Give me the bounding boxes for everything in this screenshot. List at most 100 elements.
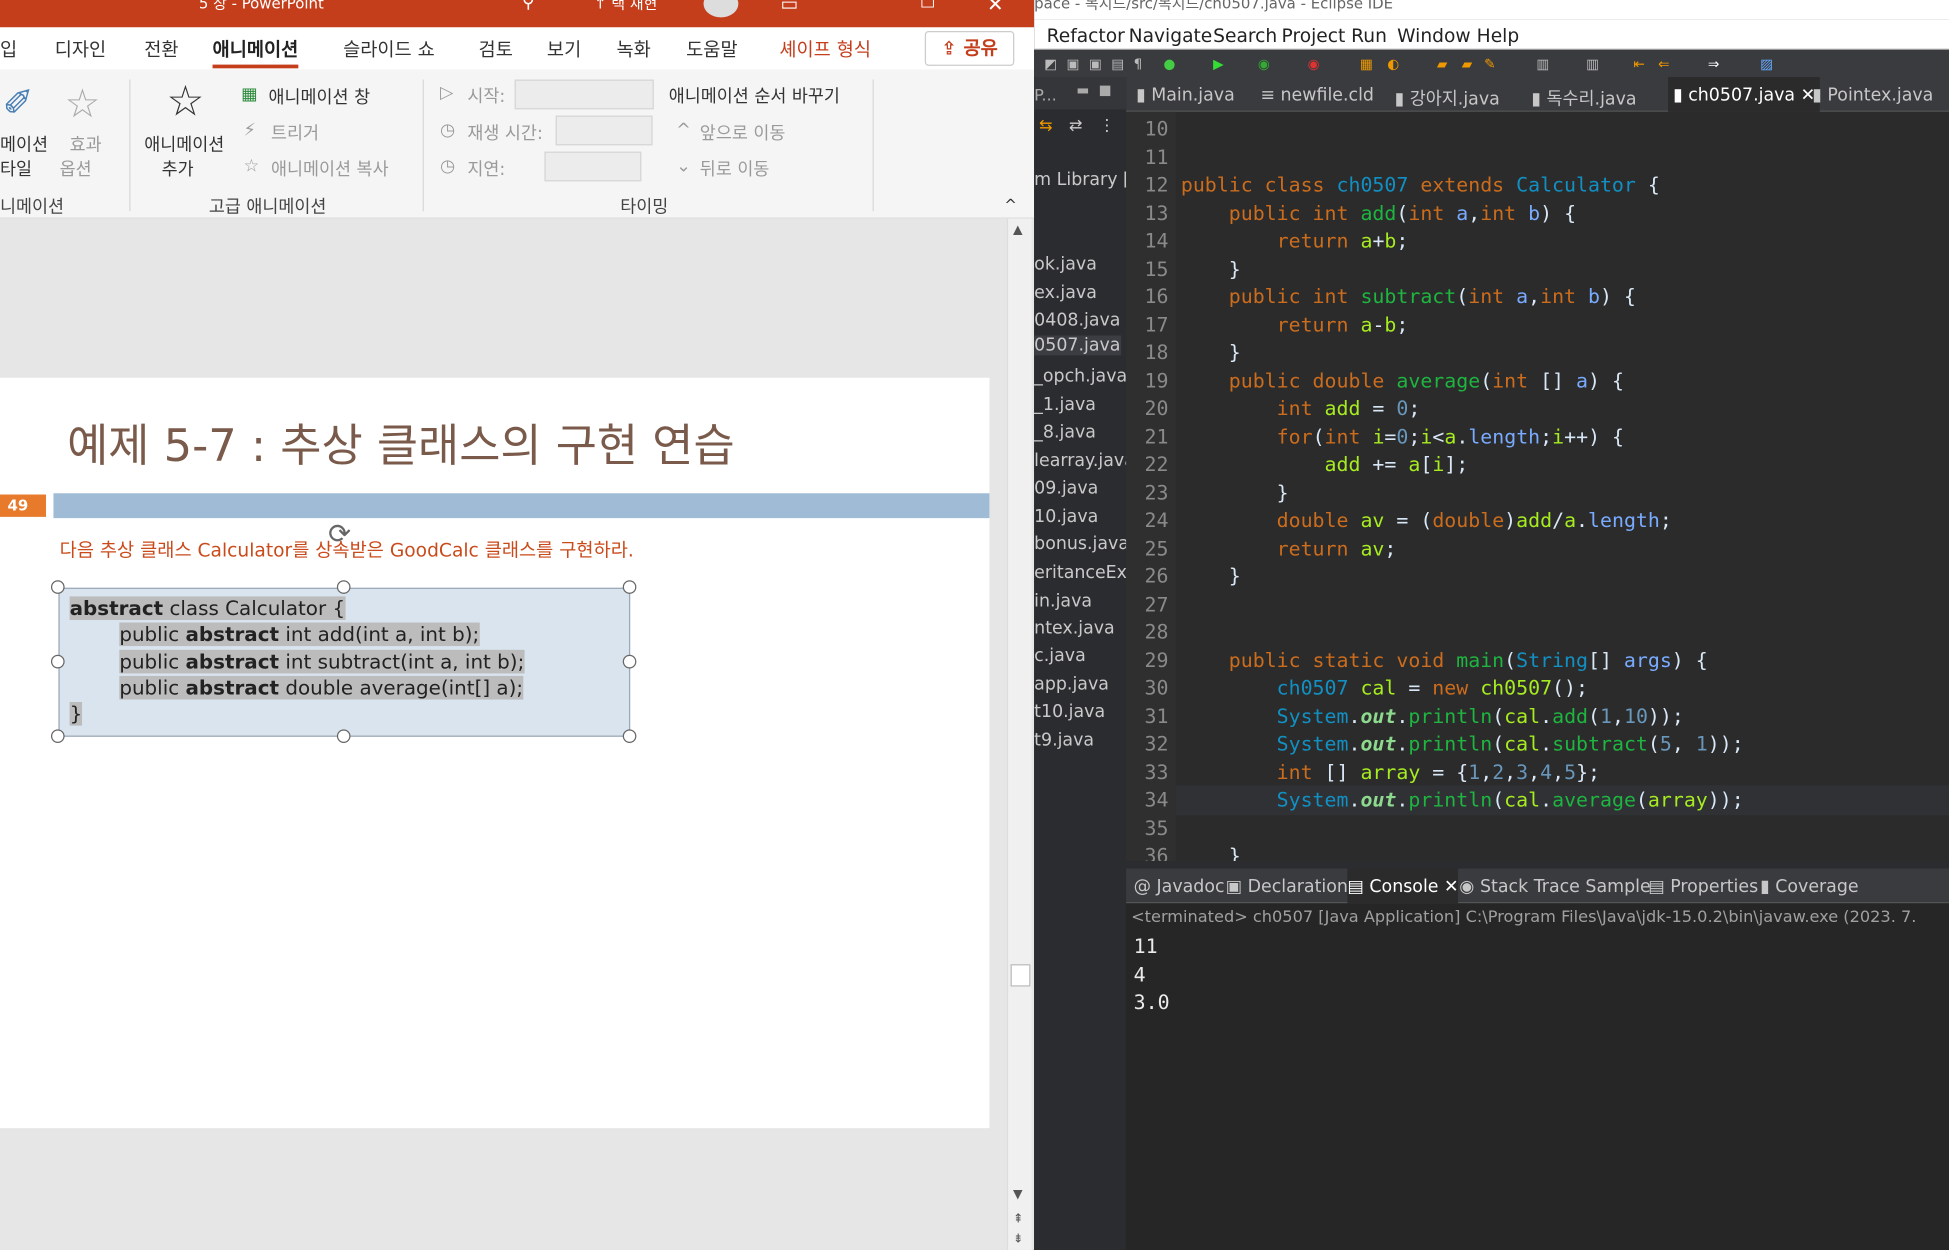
console-panel[interactable]: <terminated> ch0507 [Java Application] C… xyxy=(1126,903,1949,1250)
code-line[interactable]: public static void main(String[] args) { xyxy=(1181,648,1708,672)
tab-slideshow[interactable]: 슬라이드 쇼 xyxy=(343,36,435,62)
resize-handle[interactable] xyxy=(622,580,637,594)
minimize-icon[interactable]: ▬ xyxy=(1076,82,1089,98)
add-animation-label-2[interactable]: 추가 xyxy=(162,157,194,182)
code-line[interactable]: } xyxy=(1181,257,1241,281)
list-item[interactable]: t9.java xyxy=(1034,731,1094,751)
annotation-icon[interactable]: ▥ xyxy=(1536,56,1549,72)
code-line[interactable]: } xyxy=(1181,844,1241,861)
resize-handle[interactable] xyxy=(50,580,65,594)
code-line[interactable]: } xyxy=(1181,480,1289,504)
tab-javadoc[interactable]: @ Javadoc xyxy=(1134,877,1225,897)
open-type-icon[interactable]: ▰ xyxy=(1437,56,1448,72)
slide-title[interactable]: 예제 5-7 : 추상 클래스의 구현 연습 xyxy=(67,410,735,475)
animation-painter-button[interactable]: 애니메이션 복사 xyxy=(271,157,389,182)
anim-style-label-2[interactable]: 타일 xyxy=(0,157,32,182)
animation-style-icon[interactable]: ✐ xyxy=(2,82,33,125)
code-line[interactable]: double av = (double)add/a.length; xyxy=(1181,508,1672,532)
view-menu-icon[interactable]: ⋮ xyxy=(1099,117,1115,136)
update-notice[interactable]: ↑ 택 재현 xyxy=(594,0,657,14)
code-line[interactable]: } xyxy=(1181,340,1241,364)
list-item-selected[interactable]: 0507.java xyxy=(1034,335,1122,356)
code-line[interactable]: public int add(int a,int b) { xyxy=(1181,201,1576,225)
resize-handle[interactable] xyxy=(622,729,637,744)
debug-icon[interactable]: ● xyxy=(1163,56,1175,72)
code-line[interactable]: add += a[i]; xyxy=(1181,452,1469,476)
paragraph-icon[interactable]: ¶ xyxy=(1134,56,1143,72)
list-item[interactable]: 10.java xyxy=(1034,507,1098,527)
tab-record[interactable]: 녹화 xyxy=(617,36,651,62)
add-animation-icon[interactable]: ☆ xyxy=(167,77,205,127)
list-item[interactable]: _1.java xyxy=(1034,395,1096,415)
tab-insert[interactable]: 입 xyxy=(0,36,17,62)
forward-icon[interactable]: ⇒ xyxy=(1708,56,1719,72)
code-line[interactable]: System.out.println(cal.average(array)); xyxy=(1181,788,1744,812)
tab-eagle-java[interactable]: ▮ 독수리.java xyxy=(1531,86,1636,111)
back-icon[interactable]: ⇐ xyxy=(1658,56,1669,72)
resize-handle[interactable] xyxy=(336,729,351,744)
trigger-button[interactable]: 트리거 xyxy=(271,121,319,146)
effect-options-label-1[interactable]: 효과 xyxy=(70,132,102,157)
list-item[interactable]: ntex.java xyxy=(1034,619,1115,639)
list-item[interactable]: eritanceEx.j xyxy=(1034,563,1137,583)
close-icon[interactable]: ✕ xyxy=(1444,877,1459,897)
tab-ch0507-java[interactable]: ▮ ch0507.java ✕ xyxy=(1668,77,1821,112)
anim-style-label-1[interactable]: 메이션 xyxy=(0,132,48,157)
menu-navigate[interactable]: Navigate xyxy=(1129,25,1213,47)
tab-design[interactable]: 디자인 xyxy=(55,36,106,62)
code-line[interactable]: ch0507 cal = new ch0507(); xyxy=(1181,676,1588,700)
save-icon[interactable]: ▣ xyxy=(1066,56,1079,72)
code-line[interactable]: public double average(int [] a) { xyxy=(1181,368,1624,392)
list-item[interactable]: _8.java xyxy=(1034,422,1096,442)
new-class-icon[interactable]: ◐ xyxy=(1387,56,1399,72)
code-line[interactable]: for(int i=0;i<a.length;i++) { xyxy=(1181,424,1624,448)
slide-vertical-scrollbar[interactable]: ▲ ▼ ⇞ ⇟ xyxy=(1006,218,1032,1250)
coverage-icon[interactable]: ◉ xyxy=(1258,56,1270,72)
effect-options-icon[interactable]: ☆ xyxy=(65,80,101,127)
perspective-icon[interactable]: ▨ xyxy=(1760,56,1773,72)
tab-coverage[interactable]: ▮ Coverage xyxy=(1760,877,1859,897)
package-explorer-title[interactable]: P... xyxy=(1034,87,1057,106)
code-line[interactable]: System.out.println(cal.add(1,10)); xyxy=(1181,704,1684,728)
close-icon[interactable]: ✕ xyxy=(987,0,1004,16)
move-earlier-button[interactable]: 앞으로 이동 xyxy=(700,121,786,146)
code-line[interactable]: } xyxy=(1181,564,1241,588)
resize-handle[interactable] xyxy=(50,654,65,669)
effect-options-label-2[interactable]: 옵션 xyxy=(60,157,92,182)
list-item[interactable]: ok.java xyxy=(1034,255,1097,275)
add-animation-label-1[interactable]: 애니메이션 xyxy=(144,132,224,157)
tab-properties[interactable]: ▤ Properties xyxy=(1648,877,1758,897)
code-line[interactable]: public class ch0507 extends Calculator { xyxy=(1181,173,1660,197)
next-slide-icon[interactable]: ⇟ xyxy=(1013,1233,1023,1247)
tab-stack-trace[interactable]: ◉ Stack Trace Sample xyxy=(1459,877,1650,897)
list-item[interactable]: c.java xyxy=(1034,646,1086,666)
code-line[interactable]: int [] array = {1,2,3,4,5}; xyxy=(1181,760,1600,784)
code-line[interactable]: System.out.println(cal.subtract(5, 1)); xyxy=(1181,732,1744,756)
code-line[interactable]: return a+b; xyxy=(1181,229,1409,253)
tab-main-java[interactable]: ▮ Main.java xyxy=(1136,86,1235,106)
new-icon[interactable]: ◩ xyxy=(1044,56,1057,72)
last-edit-icon[interactable]: ⇤ xyxy=(1633,56,1644,72)
tab-shape-format[interactable]: 셰이프 형식 xyxy=(779,36,871,62)
code-line[interactable]: int add = 0; xyxy=(1181,396,1421,420)
code-editor[interactable]: 10 11 12 13 14 15 16 17 18 19 20 21 22 2… xyxy=(1126,111,1949,862)
link-editor-icon[interactable]: ⇄ xyxy=(1069,117,1083,136)
tab-view[interactable]: 보기 xyxy=(547,36,581,62)
list-item[interactable]: in.java xyxy=(1034,591,1092,611)
open-task-icon[interactable]: ▰ xyxy=(1462,56,1473,72)
menu-window[interactable]: Window xyxy=(1397,25,1471,47)
menu-refactor[interactable]: Refactor xyxy=(1047,25,1125,47)
list-item[interactable]: bonus.java xyxy=(1034,534,1129,554)
scroll-down-icon[interactable]: ▼ xyxy=(1013,1188,1023,1202)
run-icon[interactable]: ▶ xyxy=(1213,56,1224,72)
pin-icon[interactable]: ▥ xyxy=(1586,56,1599,72)
list-item[interactable]: _opch.java xyxy=(1034,367,1127,387)
list-item[interactable]: ex.java xyxy=(1034,283,1097,303)
search-icon[interactable]: ✎ xyxy=(1484,56,1495,72)
menu-run[interactable]: Run xyxy=(1351,25,1387,47)
start-dropdown[interactable] xyxy=(514,79,654,110)
collapse-ribbon-icon[interactable]: ^ xyxy=(1004,196,1017,213)
delay-input[interactable] xyxy=(544,151,642,182)
collapse-all-icon[interactable]: ⇆ xyxy=(1039,117,1053,136)
list-item[interactable]: 0408.java xyxy=(1034,311,1120,331)
